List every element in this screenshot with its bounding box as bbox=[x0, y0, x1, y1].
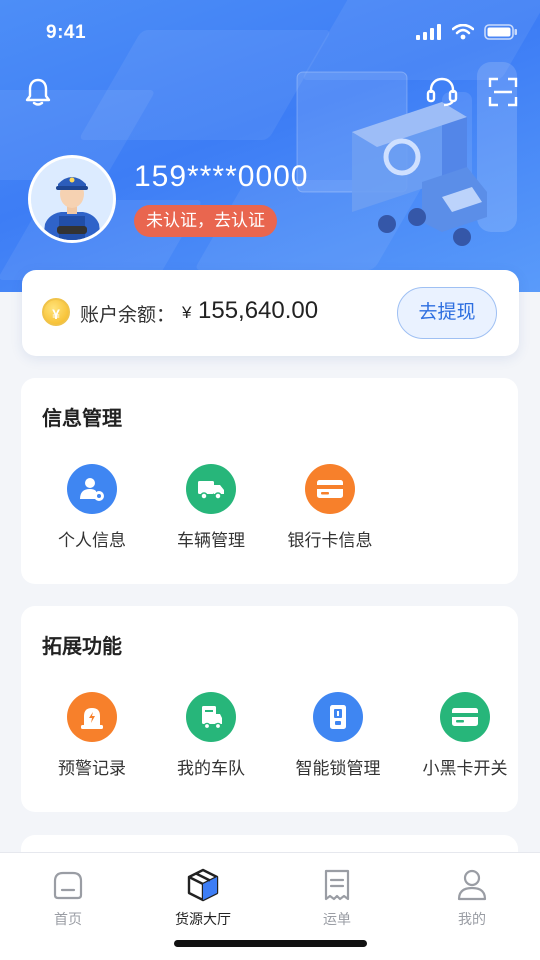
grid-label: 小黑卡开关 bbox=[422, 759, 508, 778]
grid-label: 银行卡信息 bbox=[287, 531, 373, 550]
section-title: 信息管理 bbox=[42, 408, 122, 430]
coin-icon: ¥ bbox=[42, 298, 70, 326]
bank-card-icon bbox=[305, 464, 355, 514]
tab-mine[interactable]: 我的 bbox=[422, 867, 522, 929]
tab-label: 首页 bbox=[54, 911, 82, 927]
extended-functions-section: 拓展功能 预警记录 我的车队 智能锁管理 小黑卡开关 bbox=[21, 606, 518, 812]
grid-item-smart-lock-management[interactable]: 智能锁管理 bbox=[283, 692, 393, 779]
grid-label: 车辆管理 bbox=[177, 531, 245, 550]
truck-illustration bbox=[296, 62, 517, 246]
driver-avatar-icon bbox=[31, 158, 113, 240]
status-bar: 9:41 bbox=[0, 0, 540, 64]
user-icon bbox=[422, 867, 522, 903]
wifi-icon bbox=[452, 24, 474, 40]
status-time: 9:41 bbox=[46, 22, 87, 43]
info-management-section: 信息管理 个人信息 车辆管理 银行卡信息 bbox=[21, 378, 518, 584]
balance-currency: ¥ bbox=[182, 303, 192, 322]
grid-label: 个人信息 bbox=[58, 531, 126, 550]
verify-badge[interactable]: 未认证，去认证 bbox=[134, 205, 277, 237]
status-icons bbox=[416, 24, 518, 40]
grid-label: 智能锁管理 bbox=[295, 759, 381, 778]
section-title: 拓展功能 bbox=[42, 636, 122, 658]
customer-service-icon[interactable] bbox=[424, 74, 460, 110]
profile-header: 9:41 159****0000 未认证，去认证 bbox=[0, 0, 540, 292]
tab-waybill[interactable]: 运单 bbox=[287, 867, 387, 929]
cargo-box-icon bbox=[153, 867, 253, 903]
fleet-icon bbox=[186, 692, 236, 742]
user-settings-icon bbox=[67, 464, 117, 514]
signal-icon bbox=[416, 24, 441, 40]
grid-label: 我的车队 bbox=[177, 759, 245, 778]
grid-item-my-fleet[interactable]: 我的车队 bbox=[156, 692, 266, 779]
truck-icon bbox=[186, 464, 236, 514]
home-indicator bbox=[174, 940, 367, 947]
waybill-icon bbox=[287, 867, 387, 903]
phone-number: 159****0000 bbox=[134, 160, 309, 193]
scan-icon[interactable] bbox=[485, 74, 521, 110]
tab-home[interactable]: 首页 bbox=[18, 867, 118, 929]
balance-label: 账户余额： bbox=[80, 305, 176, 326]
tab-label: 我的 bbox=[458, 911, 486, 927]
smart-lock-icon bbox=[313, 692, 363, 742]
balance-card: ¥ 账户余额： ¥ 155,640.00 去提现 bbox=[22, 270, 519, 356]
grid-item-black-card-switch[interactable]: 小黑卡开关 bbox=[410, 692, 520, 779]
grid-label: 预警记录 bbox=[58, 759, 126, 778]
battery-icon bbox=[484, 24, 517, 40]
withdraw-button[interactable]: 去提现 bbox=[397, 287, 497, 339]
avatar[interactable] bbox=[28, 155, 116, 243]
tab-cargo-hall[interactable]: 货源大厅 bbox=[153, 867, 253, 929]
tab-label: 货源大厅 bbox=[175, 911, 231, 927]
alarm-light-icon bbox=[67, 692, 117, 742]
notification-bell-icon[interactable] bbox=[20, 74, 56, 110]
card-icon bbox=[440, 692, 490, 742]
grid-item-alert-records[interactable]: 预警记录 bbox=[37, 692, 147, 779]
balance-value: 155,640.00 bbox=[198, 297, 319, 324]
grid-item-personal-info[interactable]: 个人信息 bbox=[37, 464, 147, 551]
grid-item-bank-card-info[interactable]: 银行卡信息 bbox=[275, 464, 385, 551]
tab-label: 运单 bbox=[323, 911, 351, 927]
home-icon bbox=[18, 867, 118, 903]
grid-item-vehicle-management[interactable]: 车辆管理 bbox=[156, 464, 266, 551]
